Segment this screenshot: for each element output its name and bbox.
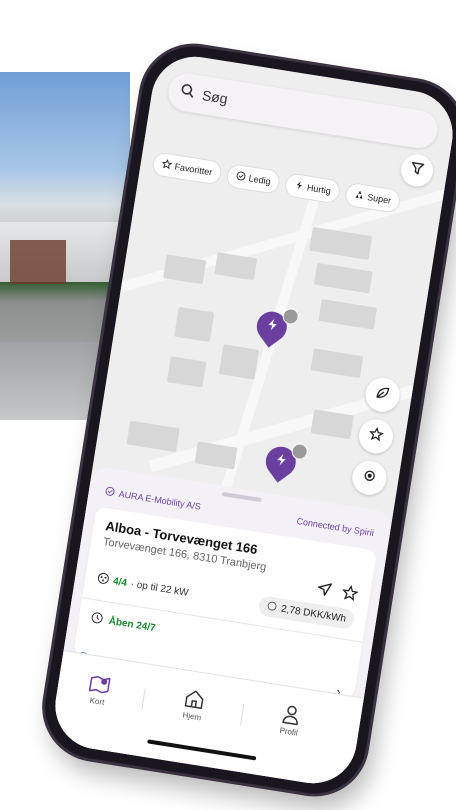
map-building: [166, 356, 207, 388]
map-building: [313, 262, 373, 294]
photo-building-roof: [10, 240, 66, 284]
opening-hours: Åben 24/7: [90, 611, 157, 636]
star-outline-icon: [161, 158, 173, 172]
search-icon: [179, 82, 196, 103]
chip-label: Favoritter: [173, 161, 214, 178]
tab-divider: [141, 688, 146, 711]
location-target-icon: [361, 467, 378, 488]
operator-name: AURA E-Mobility A/S: [118, 488, 202, 512]
map-building: [309, 226, 373, 260]
tab-profil[interactable]: Profil: [253, 696, 328, 742]
map-building: [214, 252, 258, 281]
tab-divider: [240, 703, 245, 726]
check-circle-icon: [235, 170, 247, 183]
check-circle-icon: [104, 486, 116, 499]
filter-icon: [409, 160, 426, 181]
map-building: [318, 299, 378, 330]
bolt-icon: [264, 316, 279, 337]
fast-charge-icon: [293, 179, 305, 192]
coin-icon: [266, 600, 278, 614]
price-text: 2,78 DKK/kWh: [280, 603, 347, 625]
station-actions: [314, 580, 359, 607]
map-building: [126, 420, 180, 453]
leaf-icon: [374, 384, 391, 405]
map-building: [310, 348, 364, 379]
star-outline-icon: [368, 426, 385, 447]
map-building: [163, 254, 207, 285]
max-power: · op til 22 kW: [129, 578, 190, 599]
chip-label: Ledig: [247, 173, 272, 187]
super-charge-icon: [354, 189, 366, 202]
search-placeholder: Søg: [200, 86, 229, 107]
plug-icon: [96, 572, 110, 589]
hours-text: Åben 24/7: [107, 615, 157, 635]
clock-icon: [90, 611, 104, 628]
operator: AURA E-Mobility A/S: [104, 486, 202, 513]
connected-by: Connected by Spirii: [295, 515, 375, 539]
tab-hjem[interactable]: Hjem: [157, 681, 232, 727]
sheet-handle[interactable]: [221, 491, 262, 503]
tab-kort[interactable]: Kort: [62, 666, 137, 712]
chip-label: Super: [366, 192, 392, 206]
map-building: [174, 306, 215, 343]
chip-label: Hurtig: [306, 182, 332, 197]
bolt-icon: [273, 451, 288, 472]
home-indicator[interactable]: [147, 739, 257, 761]
available-count: 4/4: [112, 575, 128, 590]
star-outline-icon[interactable]: [340, 584, 359, 607]
map-building: [218, 344, 260, 380]
availability: 4/4 · op til 22 kW: [96, 572, 189, 601]
map-building: [310, 409, 354, 440]
navigate-icon[interactable]: [314, 580, 333, 603]
